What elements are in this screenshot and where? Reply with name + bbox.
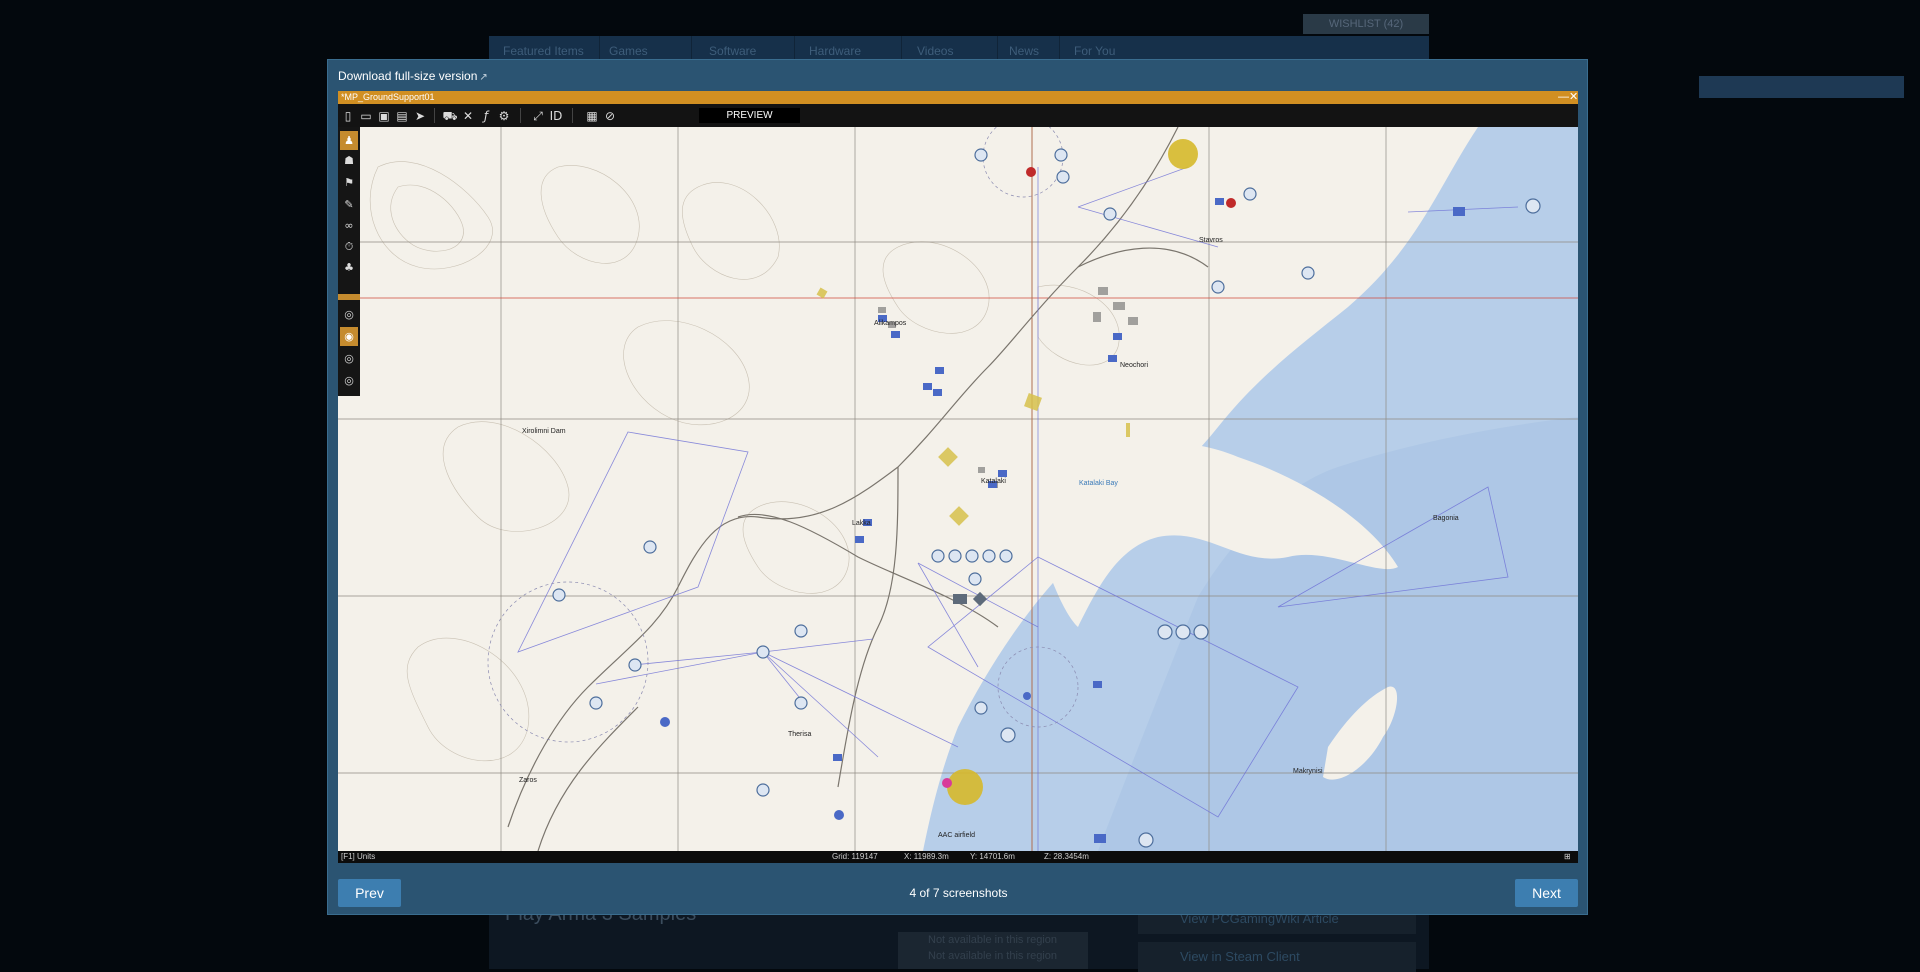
map-label: AAC airfield — [938, 832, 975, 839]
map-label: Zaros — [519, 777, 537, 784]
map-label: Neochori — [1120, 362, 1148, 369]
editor-window-title: *MP_GroundSupport01 — [341, 92, 435, 102]
layer-3-icon[interactable]: ◎ — [340, 349, 358, 368]
status-x: X: 11989.3m — [904, 852, 949, 861]
status-y: Y: 14701.6m — [970, 852, 1015, 861]
new-file-icon[interactable]: ▯ — [340, 108, 356, 124]
layer-4-icon[interactable]: ◎ — [340, 371, 358, 390]
group-icon[interactable]: ☗ — [340, 151, 358, 170]
download-label: Download full-size version — [338, 69, 478, 83]
close-icon[interactable]: ✕ — [1569, 91, 1578, 104]
editor-title-bar: *MP_GroundSupport01 — ✕ — [338, 91, 1578, 104]
trigger-icon[interactable]: ⏱ — [340, 237, 358, 256]
screenshot-counter: 4 of 7 screenshots — [909, 886, 1008, 900]
grid-icon[interactable]: ▦ — [584, 108, 600, 124]
editor-sidebar: ♟ ☗ ⚑ ✎ ∞ ⏱ ♣ ◎ ◉ ◎ ◎ — [338, 127, 360, 396]
steam-icon[interactable]: ⊘ — [602, 108, 618, 124]
editor-map[interactable]: Alikampos Neochori Katalaki Lakka Zaros … — [338, 127, 1578, 851]
store-search-input[interactable] — [1699, 76, 1904, 98]
map-label: Makrynisi — [1293, 768, 1323, 775]
download-full-size-link[interactable]: Download full-size version ↗ — [338, 69, 488, 83]
toolbar-divider — [572, 108, 573, 123]
map-grid-toggle-icon[interactable]: ⊞ — [1564, 851, 1571, 863]
unit-icon[interactable]: ♟ — [340, 131, 358, 150]
save-as-icon[interactable]: ▤ — [394, 108, 410, 124]
map-label: Alikampos — [874, 320, 907, 327]
status-hint: [F1] Units — [341, 852, 376, 861]
preview-button[interactable]: PREVIEW — [699, 108, 800, 123]
open-folder-icon[interactable]: ▭ — [358, 108, 374, 124]
steam-client-button[interactable]: View in Steam Client — [1138, 942, 1416, 972]
map-label: Bagonia — [1433, 515, 1459, 522]
tools-icon[interactable]: ✕ — [460, 108, 476, 124]
save-icon[interactable]: ▣ — [376, 108, 392, 124]
fx-icon[interactable]: ƒ — [478, 108, 494, 124]
editor-toolbar: ▯ ▭ ▣ ▤ ➤ ⛟ ✕ ƒ ⚙ ⤢ ID ▦ ⊘ PREVIEW — [338, 104, 1578, 127]
status-grid: Grid: 119147 — [832, 852, 878, 861]
id-icon[interactable]: ID — [548, 108, 564, 124]
fullscreen-icon[interactable]: ⤢ — [530, 108, 546, 124]
availability-list: Not available in this region Not availab… — [898, 932, 1088, 969]
availability-item: Not available in this region — [928, 934, 1058, 946]
toolbar-divider — [434, 108, 435, 123]
map-label: Therisa — [788, 731, 811, 738]
external-link-icon: ↗ — [479, 72, 488, 83]
map-label: Lakka — [852, 520, 871, 527]
map-label: Katalaki Bay — [1079, 480, 1118, 487]
status-z: Z: 28.3454m — [1044, 852, 1089, 861]
toolbar-divider — [520, 108, 521, 123]
sidebar-divider — [338, 294, 360, 300]
map-label: Katalaki — [981, 478, 1006, 485]
waypoint-icon[interactable]: ⚑ — [340, 173, 358, 192]
wishlist-button[interactable]: WISHLIST (42) — [1303, 14, 1429, 34]
screenshot-modal: Download full-size version ↗ *MP_GroundSu… — [327, 59, 1588, 915]
map-label: Xirolimni Dam — [522, 428, 566, 435]
screenshot-image: *MP_GroundSupport01 — ✕ ▯ ▭ ▣ ▤ ➤ ⛟ ✕ ƒ … — [338, 91, 1578, 863]
minimize-icon[interactable]: — — [1558, 91, 1569, 104]
layer-1-icon[interactable]: ◎ — [340, 305, 358, 324]
next-button[interactable]: Next — [1515, 879, 1578, 907]
export-icon[interactable]: ➤ — [412, 108, 428, 124]
map-label: Stavros — [1199, 237, 1223, 244]
connection-icon[interactable]: ∞ — [340, 216, 358, 235]
marker-icon[interactable]: ✎ — [340, 195, 358, 214]
vehicle-icon[interactable]: ⛟ — [442, 108, 458, 124]
editor-status-bar: [F1] Units Grid: 119147 X: 11989.3m Y: 1… — [338, 851, 1578, 863]
settings-icon[interactable]: ⚙ — [496, 108, 512, 124]
availability-item: Not available in this region — [928, 950, 1058, 962]
layer-2-icon[interactable]: ◉ — [340, 327, 358, 346]
composition-icon[interactable]: ♣ — [340, 258, 358, 277]
